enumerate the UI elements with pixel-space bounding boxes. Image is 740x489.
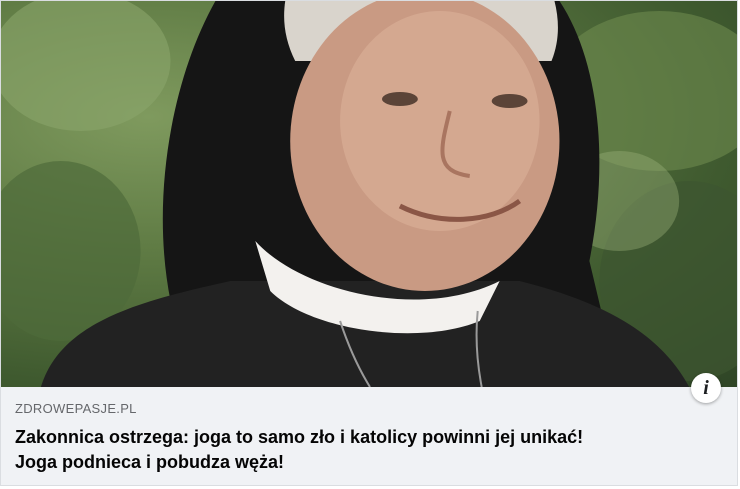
link-preview-card[interactable]: i ZDROWEPASJE.PL Zakonnica ostrzega: jog… xyxy=(0,0,738,486)
link-preview-meta[interactable]: ZDROWEPASJE.PL Zakonnica ostrzega: joga … xyxy=(1,387,737,485)
headline-line-2: Joga podnieca i pobudza węża! xyxy=(15,452,285,472)
info-icon: i xyxy=(703,377,709,399)
info-button[interactable]: i xyxy=(691,373,721,403)
headline-line-1: Zakonnica ostrzega: joga to samo zło i k… xyxy=(15,427,584,447)
preview-image[interactable] xyxy=(1,1,737,387)
source-domain: ZDROWEPASJE.PL xyxy=(15,401,137,416)
article-headline[interactable]: Zakonnica ostrzega: joga to samo zło i k… xyxy=(15,425,725,475)
nun-portrait-illustration xyxy=(1,1,737,387)
